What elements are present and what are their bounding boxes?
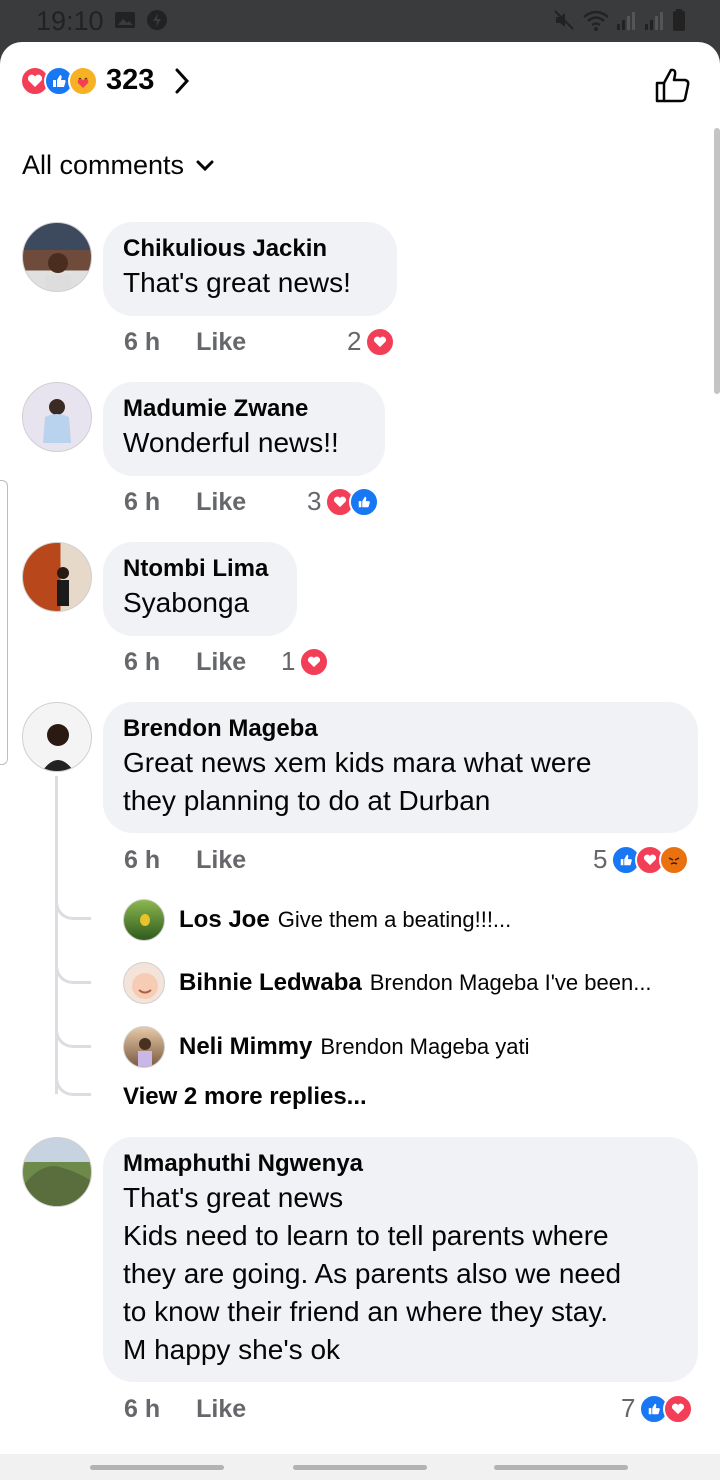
comment-text: they planning to do at Durban [123,785,491,816]
comment-bubble[interactable]: Brendon Mageba Great news xem kids mara … [103,702,698,833]
comment-text: to know their friend an where they stay. [123,1296,609,1327]
comment-text: Syabonga [123,587,250,618]
comment-text: they are going. As parents also we need [123,1258,622,1289]
like-reaction-icon [349,486,380,517]
like-button[interactable]: Like [196,328,246,357]
comment-reactions[interactable]: 1 [281,646,330,677]
comment-author[interactable]: Chikulious Jackin [123,234,377,264]
status-bar: 19:10 [0,0,720,44]
comment-time: 6 h [124,1395,161,1423]
comment-text: Wonderful news!! [123,427,339,458]
reply-item[interactable]: Bihnie Ledwaba Brendon Mageba I've been.… [123,962,652,1004]
comment-reaction-count: 1 [281,646,296,676]
avatar[interactable] [22,222,92,292]
status-time: 19:10 [36,6,104,36]
avatar [123,962,165,1004]
scrollbar[interactable] [714,128,720,394]
thread-branch [55,890,91,920]
love-reaction-icon [663,1393,694,1424]
gallery-icon [115,12,135,28]
chevron-down-icon [196,160,214,171]
like-button[interactable]: Like [196,488,246,517]
angry-reaction-icon [659,844,690,875]
comment-text: That's great news [123,1182,344,1213]
chevron-right-icon[interactable] [174,67,190,95]
reply-text: Brendon Mageba yati [320,1034,530,1059]
reply-item[interactable]: Los Joe Give them a beating!!!... [123,899,511,941]
reply-author[interactable]: Bihnie Ledwaba [179,969,362,997]
avatar[interactable] [22,382,92,452]
comment-reaction-count: 5 [593,844,608,874]
comment-reactions[interactable]: 3 [307,486,380,517]
comment-bubble[interactable]: Madumie Zwane Wonderful news!! [103,382,385,476]
notification-icon [147,10,167,30]
comment-reaction-count: 7 [621,1393,636,1423]
comment-author[interactable]: Brendon Mageba [123,714,678,744]
avatar [123,899,165,941]
comment-text: Great news xem kids mara what were [123,747,592,778]
like-button[interactable]: Like [196,1395,246,1424]
reaction-icons [20,65,98,96]
comment-text: Kids need to learn to tell parents where [123,1220,609,1251]
edge-handle[interactable] [0,480,8,765]
comment-time: 6 h [124,328,161,356]
avatar[interactable] [22,702,92,772]
signal-icon [645,12,663,30]
signal-icon [617,12,635,30]
comment-reaction-count: 2 [347,326,362,356]
avatar[interactable] [22,1137,92,1207]
comment-time: 6 h [124,488,161,516]
comment-filter[interactable]: All comments [22,150,214,181]
love-reaction-icon [299,646,330,677]
comment-author[interactable]: Ntombi Lima [123,554,277,584]
like-button[interactable]: Like [196,648,246,677]
avatar [123,1026,165,1068]
comment-bubble[interactable]: Chikulious Jackin That's great news! [103,222,397,316]
wifi-icon [583,10,609,31]
nav-handle[interactable] [293,1465,427,1470]
love-reaction-icon [365,326,396,357]
comment-author[interactable]: Madumie Zwane [123,394,365,424]
comment-reaction-count: 3 [307,486,322,516]
reply-text: Give them a beating!!!... [277,907,512,932]
thumbs-up-icon[interactable] [654,66,692,104]
like-button[interactable]: Like [196,846,246,875]
thread-branch [55,1064,91,1096]
comment-meta: 6 h Like [124,648,246,677]
nav-handle[interactable] [90,1465,224,1470]
comment-time: 6 h [124,846,161,874]
nav-handle[interactable] [494,1465,628,1470]
view-more-replies-link[interactable]: View 2 more replies... [123,1083,367,1111]
comment-reactions[interactable]: 5 [593,844,690,875]
comment-text: M happy she's ok [123,1334,341,1365]
comment-meta: 6 h Like [124,846,246,875]
comment-bubble[interactable]: Mmaphuthi Ngwenya That's great news Kids… [103,1137,698,1382]
reaction-count: 323 [106,64,155,96]
system-nav-bar [0,1454,720,1480]
comment-meta: 6 h Like [124,1395,246,1424]
comment-reactions[interactable]: 2 [347,326,396,357]
reply-author[interactable]: Los Joe [179,906,270,934]
reactions-summary[interactable]: 323 [20,64,190,97]
comment-reactions[interactable]: 7 [621,1393,694,1424]
comment-bubble[interactable]: Ntombi Lima Syabonga [103,542,297,636]
comment-time: 6 h [124,648,161,676]
comment-text: That's great news! [123,267,351,298]
filter-label: All comments [22,150,185,180]
mute-icon [554,10,574,30]
comment-author[interactable]: Mmaphuthi Ngwenya [123,1149,678,1179]
comment-meta: 6 h Like [124,488,246,517]
battery-icon [673,9,685,31]
thread-line [55,776,58,1094]
thread-branch [55,1018,91,1048]
reply-text: Brendon Mageba I've been... [369,970,652,995]
comment-meta: 6 h Like [124,328,246,357]
thread-branch [55,954,91,984]
avatar[interactable] [22,542,92,612]
reply-author[interactable]: Neli Mimmy [179,1033,312,1061]
reply-item[interactable]: Neli Mimmy Brendon Mageba yati [123,1026,530,1068]
care-reaction-icon [68,65,98,96]
comments-sheet: 323 All comments Chikulious Jackin That'… [0,42,720,1454]
